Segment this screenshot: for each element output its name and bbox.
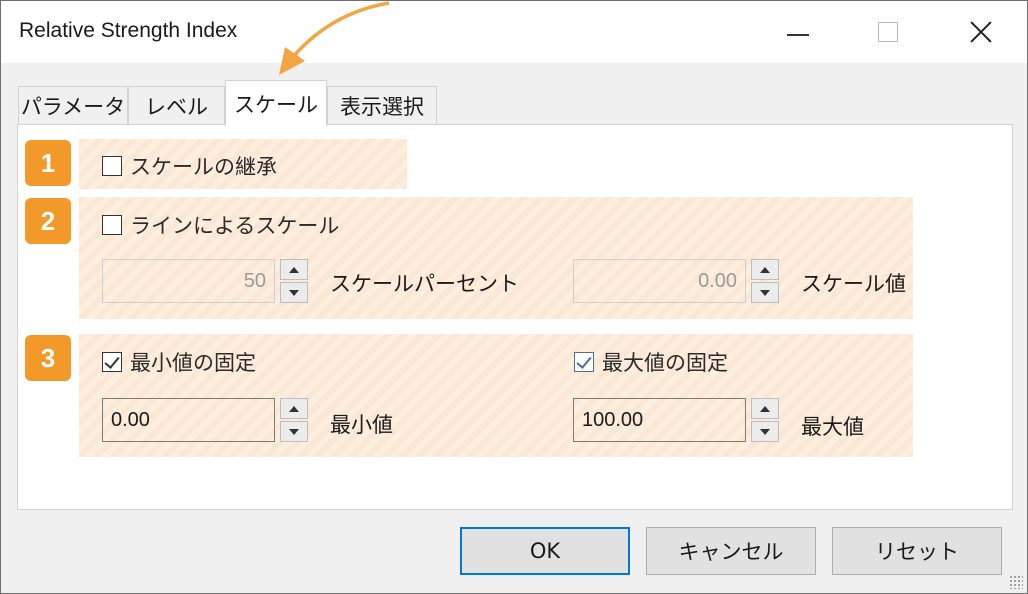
spin-down-icon[interactable] [280,282,308,303]
fix-max-checkbox[interactable] [574,352,594,372]
spin-down-icon[interactable] [751,282,779,303]
spin-up-icon[interactable] [280,398,308,419]
scale-percent-spinner[interactable] [280,259,308,303]
spin-up-icon[interactable] [751,398,779,419]
spin-down-icon[interactable] [751,421,779,442]
line-scale-checkbox[interactable] [102,215,122,235]
scale-value-label: スケール値 [801,272,906,296]
max-value-input[interactable]: 100.00 [573,398,746,442]
curved-arrow-icon [279,1,390,75]
badge-3: 3 [25,335,71,381]
fix-min-checkbox[interactable] [102,352,122,372]
minimize-icon [787,34,809,36]
scale-value-spinner[interactable] [751,259,779,303]
resize-grip-icon[interactable] [1009,575,1023,589]
tab-scale[interactable]: スケール [225,80,327,126]
tab-parameters[interactable]: パラメータ [18,86,128,124]
dialog-window: Relative Strength Index パラメータ レベル スケール 表… [0,0,1028,594]
badge-2: 2 [25,198,71,244]
max-value-label: 最大値 [801,415,864,439]
min-value-input[interactable]: 0.00 [102,398,275,442]
max-value-spinner[interactable] [751,398,779,442]
ok-button[interactable]: OK [460,527,630,575]
cancel-button[interactable]: キャンセル [646,527,816,575]
maximize-button[interactable] [863,9,913,55]
spin-up-icon[interactable] [280,259,308,280]
tab-levels[interactable]: レベル [128,86,225,124]
line-scale-row[interactable]: ラインによるスケール [102,210,339,240]
badge-1: 1 [25,140,71,186]
min-value-label: 最小値 [330,413,393,437]
inherit-scale-label: スケールの継承 [130,155,277,179]
inherit-scale-checkbox[interactable] [102,156,122,176]
spin-up-icon[interactable] [751,259,779,280]
scale-percent-input[interactable]: 50 [102,259,275,303]
close-icon [969,20,993,44]
tab-display[interactable]: 表示選択 [327,86,437,124]
scale-percent-label: スケールパーセント [330,272,519,296]
min-value-spinner[interactable] [280,398,308,442]
inherit-scale-row[interactable]: スケールの継承 [102,151,277,181]
fix-max-row[interactable]: 最大値の固定 [574,347,728,377]
scale-value-input[interactable]: 0.00 [573,259,746,303]
maximize-icon [878,22,898,42]
window-title: Relative Strength Index [19,19,238,42]
fix-min-row[interactable]: 最小値の固定 [102,347,256,377]
title-bar: Relative Strength Index [1,1,1027,63]
line-scale-label: ラインによるスケール [130,214,340,238]
fix-min-label: 最小値の固定 [130,351,256,375]
close-button[interactable] [956,9,1006,55]
minimize-button[interactable] [773,9,823,55]
fix-max-label: 最大値の固定 [602,351,728,375]
spin-down-icon[interactable] [280,421,308,442]
reset-button[interactable]: リセット [832,527,1002,575]
